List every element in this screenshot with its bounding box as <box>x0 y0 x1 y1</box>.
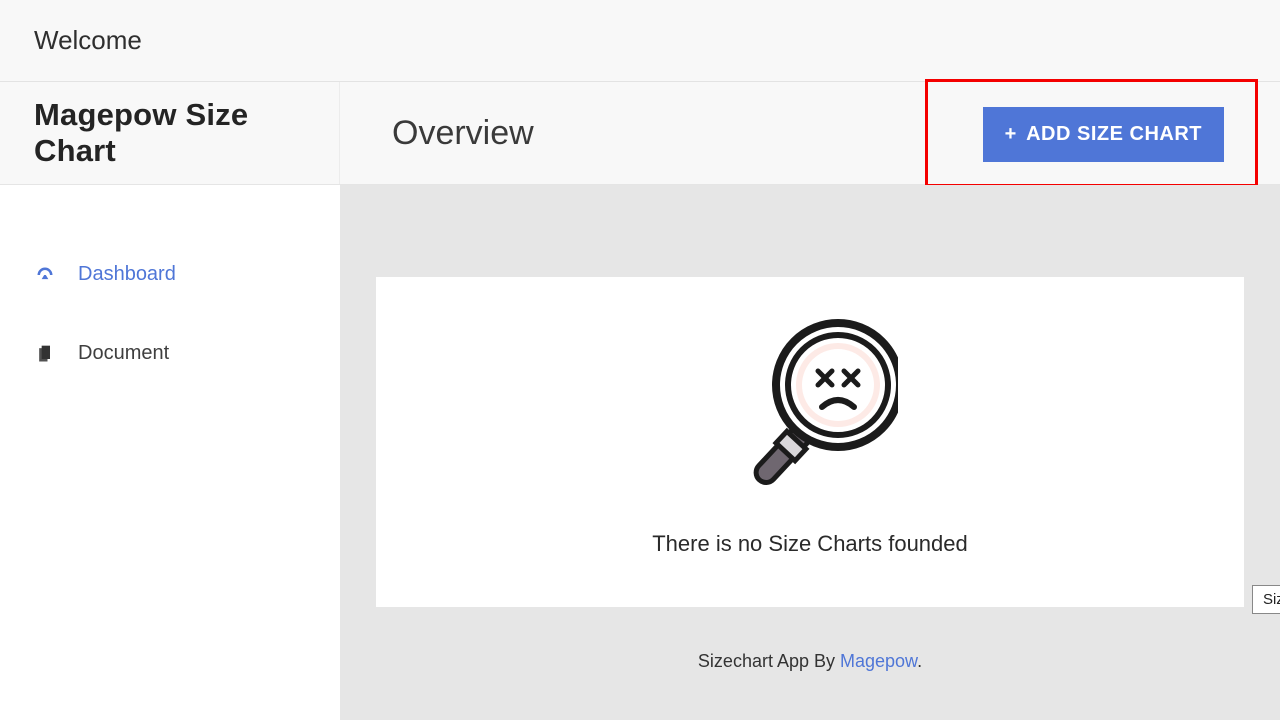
tooltip: Size Chart <box>1252 585 1280 614</box>
sidebar: Dashboard Document <box>0 185 340 720</box>
footer-prefix: Sizechart App By <box>698 651 840 671</box>
empty-state-card: There is no Size Charts founded <box>376 277 1244 607</box>
app-title: Magepow Size Chart <box>34 97 339 169</box>
sidebar-item-document[interactable]: Document <box>0 330 340 377</box>
sidebar-item-label: Dashboard <box>78 263 176 286</box>
body: Dashboard Document <box>0 185 1280 720</box>
sidebar-item-label: Document <box>78 342 169 365</box>
add-button-label: ADD SIZE CHART <box>1026 123 1202 145</box>
top-bar: Welcome <box>0 0 1280 82</box>
plus-icon: + <box>1005 123 1017 145</box>
add-button-highlight: + ADD SIZE CHART <box>925 79 1258 187</box>
add-size-chart-button[interactable]: + ADD SIZE CHART <box>983 107 1224 162</box>
empty-state-message: There is no Size Charts founded <box>652 531 968 557</box>
footer: Sizechart App By Magepow. <box>698 651 922 672</box>
header-right: Overview + ADD SIZE CHART <box>340 82 1280 184</box>
header-left: Magepow Size Chart <box>0 82 340 184</box>
header-row: Magepow Size Chart Overview + ADD SIZE C… <box>0 82 1280 185</box>
document-icon <box>34 343 56 365</box>
page-title: Overview <box>392 114 534 153</box>
main-content: There is no Size Charts founded Sizechar… <box>340 185 1280 720</box>
dashboard-icon <box>34 264 56 286</box>
magnifier-sad-icon <box>722 315 898 525</box>
footer-link[interactable]: Magepow <box>840 651 917 671</box>
welcome-label: Welcome <box>34 25 142 56</box>
footer-suffix: . <box>917 651 922 671</box>
sidebar-item-dashboard[interactable]: Dashboard <box>0 251 340 298</box>
